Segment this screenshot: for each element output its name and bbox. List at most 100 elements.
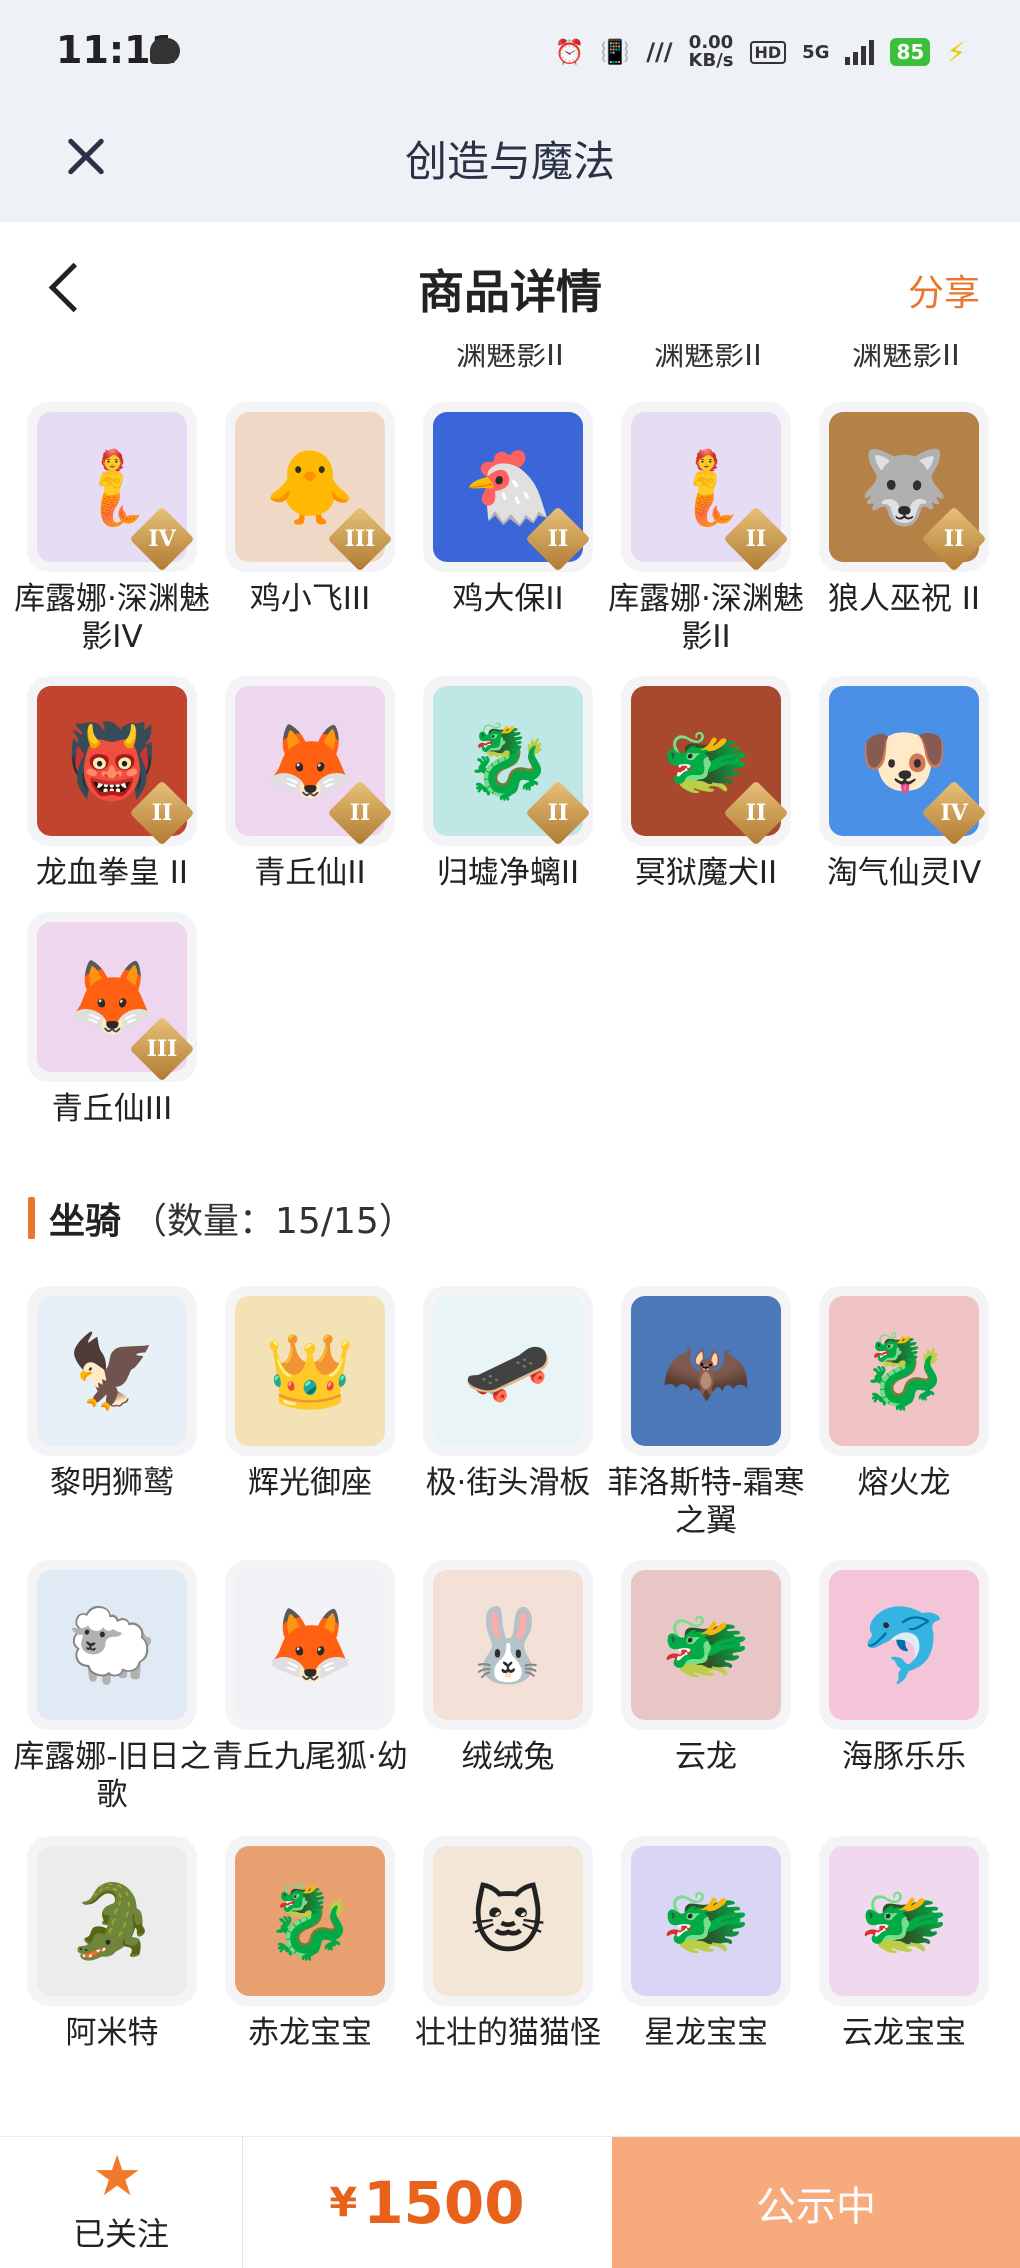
battery-level: 85 — [890, 38, 931, 66]
charging-bolt-icon: ⚡ — [946, 35, 966, 69]
pet-item[interactable]: 🐶 IV 淘气仙灵IV — [805, 676, 1003, 892]
rank-badge-label: III — [146, 1036, 178, 1062]
chat-bubble-icon — [150, 38, 180, 64]
alarm-icon: ⏰ — [554, 38, 585, 66]
clipped-labels-row: 渊魅影II 渊魅影II 渊魅影II — [0, 344, 1020, 372]
mount-item[interactable]: 🐬 海豚乐乐 — [805, 1560, 1003, 1776]
rank-badge-label: IV — [940, 800, 968, 826]
item-thumbnail: 🦊 — [225, 1560, 395, 1730]
mount-item[interactable]: 🐉 赤龙宝宝 — [211, 1836, 409, 2052]
item-thumbnail: 🐉 — [225, 1836, 395, 2006]
price: ¥ 1500 — [242, 2137, 612, 2268]
item-thumbnail: 🐥 III — [225, 402, 395, 572]
rank-badge: IV — [921, 780, 987, 846]
mount-item[interactable]: 🛹 极·街头滑板 — [409, 1286, 607, 1502]
item-name: 壮壮的猫猫怪 — [415, 2015, 601, 2051]
public-notice-button[interactable]: 公示中 — [612, 2137, 1020, 2268]
item-name: 绒绒兔 — [461, 1739, 555, 1775]
clipped-label: 渊魅影II — [456, 344, 564, 372]
pet-item[interactable]: 🐥 III 鸡小飞III — [211, 402, 409, 618]
pet-item[interactable]: 🐺 II 狼人巫祝 II — [805, 402, 1003, 618]
item-thumbnail: 🐊 — [27, 1836, 197, 2006]
item-thumbnail: 🐺 II — [819, 402, 989, 572]
rank-badge-label: IV — [148, 526, 176, 552]
rank-badge-label: II — [349, 800, 371, 826]
item-name: 鸡小飞III — [249, 581, 371, 617]
item-name: 冥狱魔犬II — [634, 855, 778, 891]
rank-badge-label: II — [547, 526, 569, 552]
mount-item[interactable]: 🐲 云龙宝宝 — [805, 1836, 1003, 2052]
item-thumbnail: 🐲 II — [621, 676, 791, 846]
item-name: 辉光御座 — [248, 1465, 372, 1501]
cloud-dragon-baby-icon: 🐲 — [829, 1846, 979, 1996]
mount-item[interactable]: 👑 辉光御座 — [211, 1286, 409, 1502]
item-thumbnail: 🐱 — [423, 1836, 593, 2006]
mount-item[interactable]: 🦅 黎明狮鹫 — [13, 1286, 211, 1502]
item-name: 星龙宝宝 — [644, 2015, 768, 2051]
mount-item[interactable]: 🦇 菲洛斯特-霜寒之翼 — [607, 1286, 805, 1540]
clipped-label: 渊魅影II — [852, 344, 960, 372]
currency-symbol: ¥ — [329, 2179, 358, 2226]
item-name: 极·街头滑板 — [425, 1465, 591, 1501]
signal-stripes-icon: /// — [646, 38, 673, 66]
item-name: 云龙宝宝 — [842, 2015, 966, 2051]
pet-item[interactable]: 🧜 IV 库露娜·深渊魅影IV — [13, 402, 211, 656]
section-count: （数量：15/15） — [131, 1201, 415, 1242]
item-thumbnail: 🛹 — [423, 1286, 593, 1456]
vibrate-icon: 📳 — [600, 38, 631, 66]
mounts-section-header: 坐骑 （数量：15/15） — [28, 1192, 415, 1244]
star-icon: ★ — [92, 2144, 143, 2209]
item-name: 赤龙宝宝 — [248, 2015, 372, 2051]
pet-item[interactable]: 🦊 III 青丘仙III — [13, 912, 211, 1128]
item-thumbnail: 🐶 IV — [819, 676, 989, 846]
share-button[interactable]: 分享 — [908, 264, 980, 316]
pet-item[interactable]: 🦊 II 青丘仙II — [211, 676, 409, 892]
star-dragon-baby-icon: 🐲 — [631, 1846, 781, 1996]
item-thumbnail: 🐲 — [621, 1836, 791, 2006]
cloud-dragon-icon: 🐲 — [631, 1570, 781, 1720]
mount-item[interactable]: 🦊 青丘九尾狐·幼 — [211, 1560, 409, 1776]
item-thumbnail: 👑 — [225, 1286, 395, 1456]
pet-item[interactable]: 👹 II 龙血拳皇 II — [13, 676, 211, 892]
rank-badge: III — [129, 1016, 195, 1082]
pet-item[interactable]: 🐲 II 冥狱魔犬II — [607, 676, 805, 892]
section-accent-bar — [28, 1197, 35, 1239]
mount-item[interactable]: 🐰 绒绒兔 — [409, 1560, 607, 1776]
item-name: 海豚乐乐 — [842, 1739, 966, 1775]
pet-item[interactable]: 🐔 II 鸡大保II — [409, 402, 607, 618]
item-name: 黎明狮鹫 — [50, 1465, 174, 1501]
golden-throne-icon: 👑 — [235, 1296, 385, 1446]
pet-item[interactable]: 🧜 II 库露娜·深渊魅影II — [607, 402, 805, 656]
mount-item[interactable]: 🐑 库露娜-旧日之歌 — [13, 1560, 211, 1814]
bottom-bar: ★ 已关注 ¥ 1500 公示中 — [0, 2136, 1020, 2268]
rank-badge: II — [327, 780, 393, 846]
dolphin-icon: 🐬 — [829, 1570, 979, 1720]
mount-item[interactable]: 🐊 阿米特 — [13, 1836, 211, 2052]
item-name: 库露娜·深渊魅影II — [608, 581, 804, 655]
frost-wing-icon: 🦇 — [631, 1296, 781, 1446]
sheep-girl-icon: 🐑 — [37, 1570, 187, 1720]
mount-item[interactable]: 🐲 星龙宝宝 — [607, 1836, 805, 2052]
rank-badge: II — [525, 506, 591, 572]
item-thumbnail: 🦅 — [27, 1286, 197, 1456]
item-name: 库露娜-旧日之歌 — [13, 1739, 211, 1813]
mount-item[interactable]: 🐉 熔火龙 — [805, 1286, 1003, 1502]
mount-item[interactable]: 🐲 云龙 — [607, 1560, 805, 1776]
item-thumbnail: 🐲 — [621, 1560, 791, 1730]
red-dragon-baby-icon: 🐉 — [235, 1846, 385, 1996]
rank-badge-label: II — [547, 800, 569, 826]
item-thumbnail: 🐉 — [819, 1286, 989, 1456]
mount-item[interactable]: 🐱 壮壮的猫猫怪 — [409, 1836, 607, 2052]
rank-badge: III — [327, 506, 393, 572]
item-thumbnail: 🦇 — [621, 1286, 791, 1456]
pet-item[interactable]: 🐉 II 归墟净螭II — [409, 676, 607, 892]
section-title: 坐骑 — [49, 1201, 122, 1242]
item-thumbnail: 🦊 III — [27, 912, 197, 1082]
follow-button[interactable]: ★ 已关注 — [0, 2137, 243, 2268]
item-thumbnail: 🐔 II — [423, 402, 593, 572]
item-name: 狼人巫祝 II — [827, 581, 981, 617]
item-name: 青丘九尾狐·幼 — [212, 1739, 408, 1775]
item-name: 库露娜·深渊魅影IV — [14, 581, 210, 655]
item-thumbnail: 👹 II — [27, 676, 197, 846]
rank-badge: II — [129, 780, 195, 846]
